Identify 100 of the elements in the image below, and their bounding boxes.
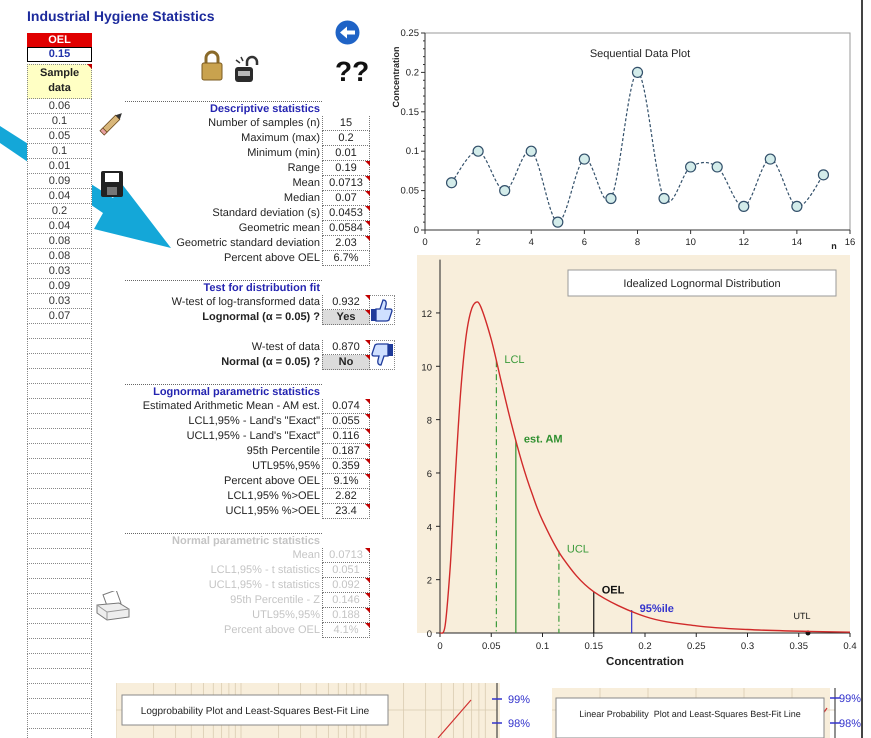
table-cell[interactable]: 0.1 [27,144,92,159]
empty-cell[interactable] [27,594,92,609]
tick-label: 0.2 [638,641,652,652]
table-cell[interactable]: 0.08 [27,234,92,249]
empty-cell[interactable] [27,489,92,504]
table-cell[interactable]: 0.2 [27,204,92,219]
data-point [499,185,510,196]
table-cell[interactable]: 0.09 [27,279,92,294]
empty-cell[interactable] [27,339,92,354]
stat-label: Number of samples (n) [207,116,321,131]
empty-cell[interactable] [27,684,92,699]
empty-cell[interactable] [27,549,92,564]
table-cell[interactable]: 0.03 [27,294,92,309]
empty-cell[interactable] [27,654,92,669]
stat-label: Percent above OEL [222,251,321,266]
tick-label: 99% [839,693,861,705]
empty-cell[interactable] [27,384,92,399]
axis-title: Concentration [606,656,684,668]
help-button[interactable]: ?? [335,57,370,87]
open-padlock-icon[interactable] [233,55,259,85]
empty-cell[interactable] [27,444,92,459]
tick-label: 0.1 [536,641,550,652]
data-point [818,169,830,180]
value-cell: 2.03 [322,236,370,251]
app-title: Industrial Hygiene Statistics [27,8,214,24]
empty-cell[interactable] [27,459,92,474]
empty-cell[interactable] [27,609,92,624]
printer-icon[interactable] [95,591,131,621]
stat-label: Lognormal (α = 0.05) ? [201,310,321,325]
stat-label: LCL1,95% %>OEL [226,489,321,504]
empty-cell[interactable] [27,534,92,549]
empty-cell[interactable] [27,519,92,534]
tick-label: 8 [634,237,640,248]
tick-label: 8 [426,416,432,427]
stat-label: Geometric mean [238,221,321,236]
tick-label: 2 [475,237,481,248]
tick-label: 0.15 [584,641,603,652]
data-point [578,153,590,165]
empty-cell[interactable] [27,699,92,714]
tick-label: 0.05 [482,641,500,652]
data-point [791,200,802,212]
tick-label: 0.15 [400,106,419,118]
tick-label: 0 [437,641,443,652]
tick-label: 4 [528,237,534,248]
table-cell[interactable]: 0.04 [27,219,92,234]
table-cell[interactable]: 0.1 [27,114,92,129]
tick-label: 6 [426,468,432,480]
empty-cell[interactable] [27,474,92,489]
tick-label: 10 [685,237,696,248]
empty-cell[interactable] [27,624,92,639]
stat-label: Normal (α = 0.05) ? [220,355,321,370]
empty-cell[interactable] [27,504,92,519]
tick-label: 0.3 [740,641,754,652]
stat-label: 95th Percentile [246,444,321,459]
section-heading: Lognormal parametric statistics [125,384,322,399]
empty-cell[interactable] [27,369,92,384]
table-cell[interactable]: 0.08 [27,249,92,264]
empty-cell[interactable] [27,564,92,579]
section-heading: Normal parametric statistics [125,533,322,548]
empty-cell[interactable] [27,669,92,684]
stat-label: Estimated Arithmetic Mean - AM est. [142,399,321,414]
stat-label: LCL1,95% - Land's "Exact" [187,414,321,429]
table-cell[interactable]: 0.09 [27,174,92,189]
table-cell[interactable]: 0.01 [27,159,92,174]
table-cell[interactable]: 0.06 [27,99,92,114]
empty-cell[interactable] [27,324,92,339]
tick-label: 98% [508,718,530,730]
tick-label: 10 [421,362,432,374]
table-cell[interactable]: 0.04 [27,189,92,204]
table-cell[interactable]: 0.03 [27,264,92,279]
value-cell: 2.82 [322,489,370,504]
empty-cell[interactable] [27,579,92,594]
tick-label: 0.4 [843,641,857,652]
value-cell: 0.055 [322,414,370,429]
stat-label: Range [286,161,321,176]
table-cell[interactable]: 0.07 [27,309,92,324]
tick-label: 0 [422,237,428,248]
reference-line [593,592,594,633]
data-point [685,161,696,173]
section-heading: Descriptive statistics [125,101,322,116]
data-point [632,66,644,78]
axis-title: n [831,241,837,251]
stat-label: Median [282,191,321,206]
stat-label: Mean [291,176,321,191]
padlock-icon[interactable] [200,49,224,81]
empty-cell[interactable] [27,714,92,729]
empty-cell[interactable] [27,429,92,444]
empty-cell[interactable] [27,639,92,654]
stat-label: UCL1,95% - t statistics [208,578,321,593]
value-cell: 0.188 [322,608,370,623]
empty-cell[interactable] [27,354,92,369]
empty-cell[interactable] [27,399,92,414]
input-field[interactable]: 0.15 [27,47,92,62]
line-label: LCL [504,354,525,366]
empty-cell[interactable] [27,414,92,429]
value-cell: 4.1% [322,623,370,638]
table-cell[interactable]: 0.05 [27,129,92,144]
stat-label: UTL95%,95% [251,608,321,623]
value-cell: No [322,355,370,370]
axis-title: Concentration [391,46,401,108]
